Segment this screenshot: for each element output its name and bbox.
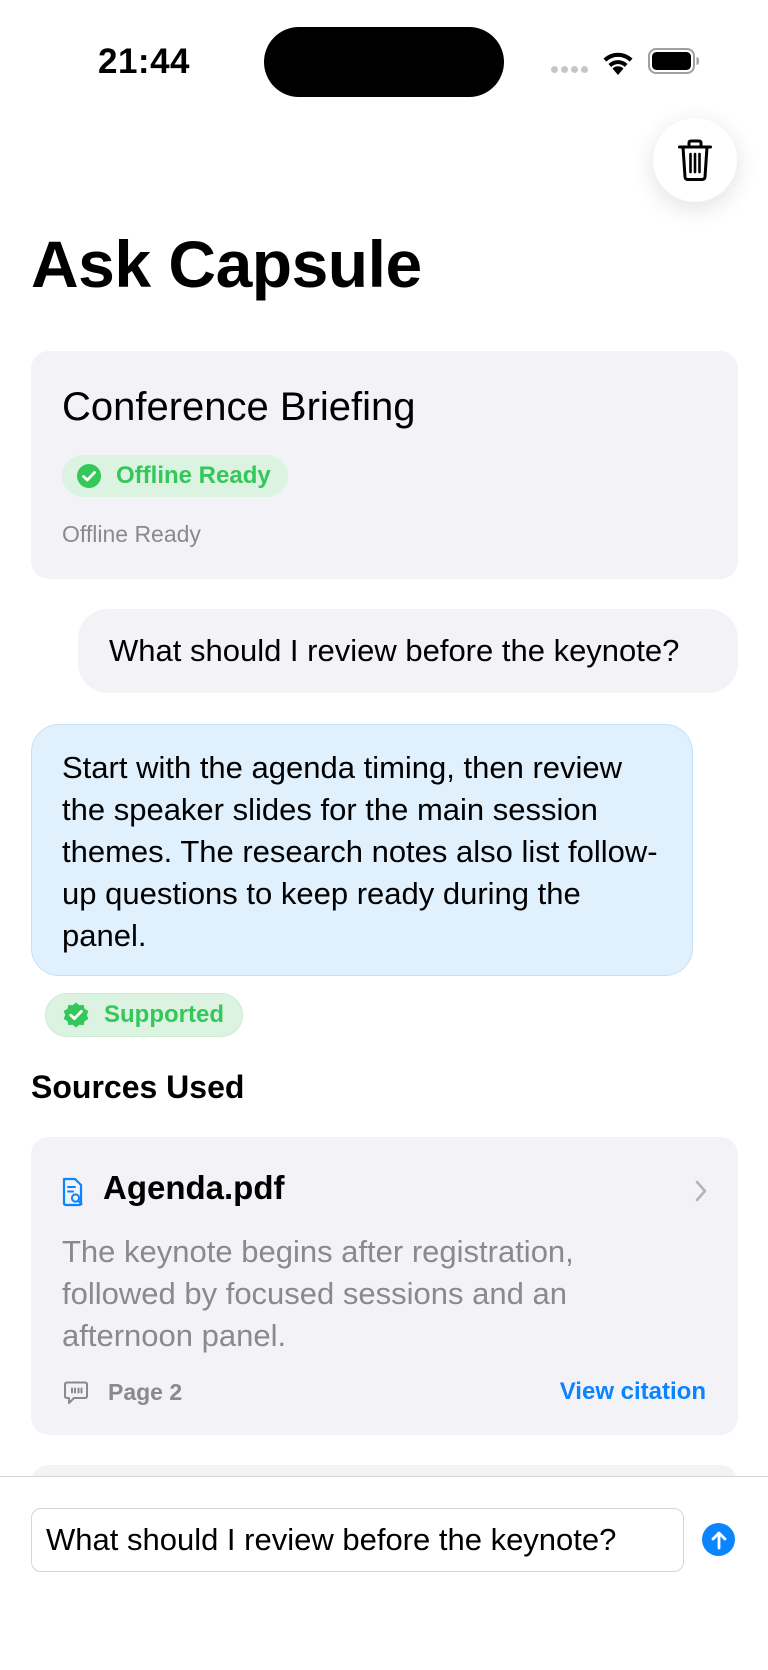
delete-conversation-button[interactable]	[653, 118, 737, 202]
offline-ready-badge: Offline Ready	[62, 455, 288, 497]
offline-ready-label: Offline Ready	[116, 462, 271, 489]
user-question-text: What should I review before the keynote?	[109, 633, 680, 668]
battery-icon	[648, 48, 699, 74]
dynamic-island	[264, 27, 504, 97]
capsule-status-text: Offline Ready	[62, 521, 201, 547]
capsule-name: Conference Briefing	[62, 385, 416, 429]
send-button[interactable]	[702, 1523, 735, 1556]
source-page-label: Page 2	[108, 1379, 183, 1405]
source-title: Agenda.pdf	[103, 1169, 285, 1206]
quote-bubble-icon	[64, 1381, 88, 1404]
arrow-up-icon	[711, 1531, 726, 1549]
trash-icon	[678, 139, 712, 181]
answer-bubble: Start with the agenda timing, then revie…	[31, 724, 693, 976]
checkmark-circle-icon	[77, 464, 101, 488]
sources-section-title: Sources Used	[31, 1069, 245, 1105]
source-excerpt: The keynote begins after registration, f…	[62, 1234, 574, 1353]
verified-seal-icon	[63, 1002, 89, 1028]
source-card[interactable]: Agenda.pdf The keynote begins after regi…	[31, 1137, 738, 1435]
wifi-icon	[603, 52, 633, 75]
answer-text: Start with the agenda timing, then revie…	[62, 750, 658, 953]
cellular-signal-icon	[551, 66, 589, 76]
supported-label: Supported	[104, 1001, 224, 1028]
user-question-bubble: What should I review before the keynote?	[78, 609, 738, 693]
page-title: Ask Capsule	[31, 227, 422, 301]
supported-badge: Supported	[45, 993, 243, 1037]
chevron-right-icon	[695, 1180, 707, 1202]
view-citation-link[interactable]: View citation	[560, 1378, 706, 1406]
status-bar: 21:44	[0, 0, 768, 124]
question-input[interactable]	[31, 1508, 684, 1572]
composer-bar	[0, 1476, 768, 1670]
status-time: 21:44	[98, 42, 191, 81]
document-search-icon	[62, 1177, 83, 1207]
capsule-card: Conference Briefing Offline Ready Offlin…	[31, 351, 738, 579]
